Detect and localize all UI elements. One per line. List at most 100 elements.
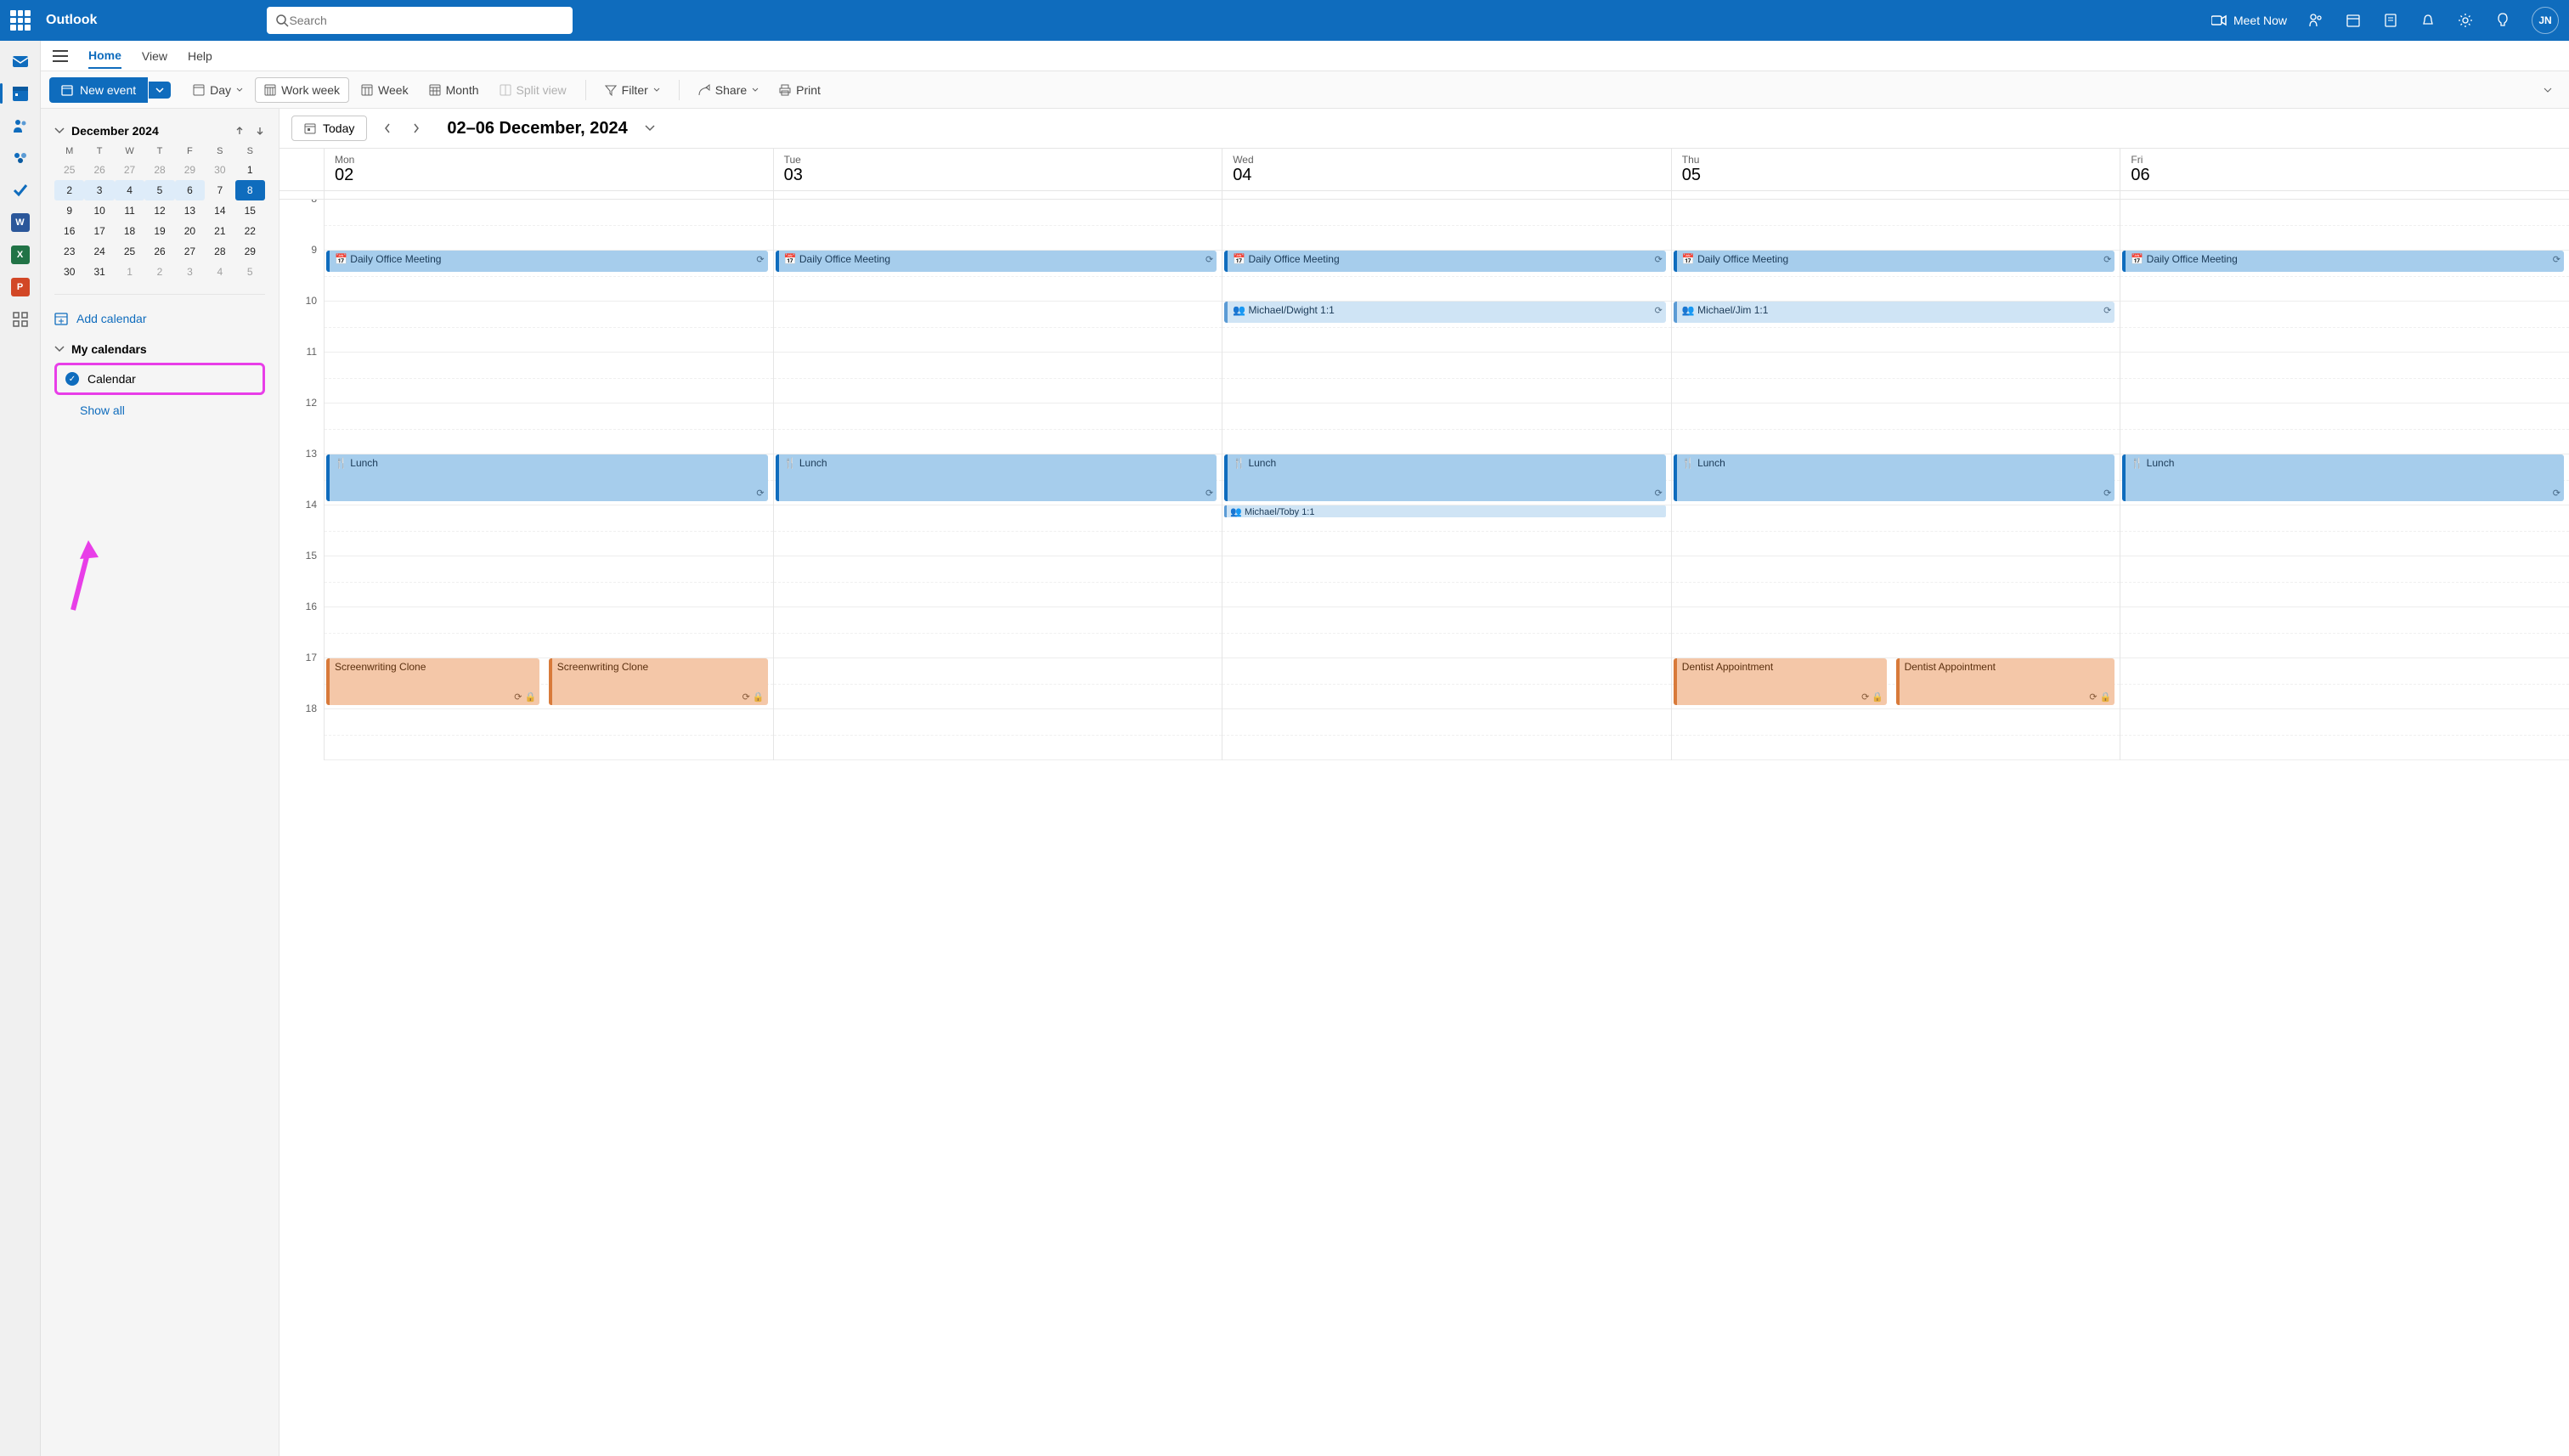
mini-cal-day[interactable]: 28 (205, 241, 234, 262)
rail-more-apps[interactable] (7, 306, 34, 333)
range-dropdown-icon[interactable] (640, 121, 660, 135)
month-view-button[interactable]: Month (421, 78, 488, 102)
tab-help[interactable]: Help (188, 44, 212, 68)
rail-word[interactable]: W (7, 209, 34, 236)
calendar-event[interactable]: 🍴 Lunch⟳ (1674, 454, 2115, 501)
mini-cal-day[interactable]: 29 (235, 241, 265, 262)
day-header[interactable]: Wed04 (1222, 149, 1671, 190)
mini-cal-day[interactable]: 15 (235, 200, 265, 221)
calendar-event[interactable]: 🍴 Lunch⟳ (326, 454, 768, 501)
lightbulb-icon[interactable] (2494, 12, 2511, 29)
mini-cal-day[interactable]: 27 (115, 160, 144, 180)
day-header[interactable]: Thu05 (1671, 149, 2120, 190)
user-avatar[interactable]: JN (2532, 7, 2559, 34)
mini-cal-day[interactable]: 26 (84, 160, 114, 180)
mini-cal-day[interactable]: 14 (205, 200, 234, 221)
mini-cal-day[interactable]: 5 (144, 180, 174, 200)
search-input[interactable] (289, 14, 564, 27)
mini-cal-day[interactable]: 24 (84, 241, 114, 262)
next-week-button[interactable] (408, 120, 425, 137)
calendar-event[interactable]: 🍴 Lunch⟳ (1224, 454, 1666, 501)
mini-cal-day[interactable]: 3 (84, 180, 114, 200)
gear-icon[interactable] (2457, 12, 2474, 29)
bell-icon[interactable] (2419, 12, 2436, 29)
mini-cal-day[interactable]: 31 (84, 262, 114, 282)
mini-cal-day[interactable]: 13 (175, 200, 205, 221)
mini-cal-day[interactable]: 12 (144, 200, 174, 221)
mini-cal-day[interactable]: 9 (54, 200, 84, 221)
add-calendar-button[interactable]: Add calendar (54, 307, 265, 330)
calendar-event[interactable]: 📅 Daily Office Meeting⟳ (1224, 251, 1666, 272)
rail-calendar[interactable] (7, 80, 34, 107)
calendar-list-item[interactable]: ✓ Calendar (54, 363, 265, 395)
rail-people[interactable] (7, 112, 34, 139)
calendar-check-icon[interactable]: ✓ (65, 372, 79, 386)
calendar-event[interactable]: 📅 Daily Office Meeting⟳ (776, 251, 1217, 272)
next-month-icon[interactable] (255, 126, 265, 136)
calendar-event[interactable]: Dentist Appointment⟳ 🔒 (1674, 658, 1887, 705)
mini-cal-day[interactable]: 2 (144, 262, 174, 282)
print-button[interactable]: Print (771, 78, 829, 102)
work-week-button[interactable]: Work week (255, 77, 349, 103)
mini-cal-day[interactable]: 22 (235, 221, 265, 241)
calendar-event[interactable]: 🍴 Lunch⟳ (2122, 454, 2564, 501)
mini-cal-day[interactable]: 2 (54, 180, 84, 200)
mini-cal-day[interactable]: 23 (54, 241, 84, 262)
mini-cal-day[interactable]: 19 (144, 221, 174, 241)
filter-button[interactable]: Filter (596, 78, 669, 102)
calendar-event[interactable]: 🍴 Lunch⟳ (776, 454, 1217, 501)
mini-cal-day[interactable]: 25 (115, 241, 144, 262)
day-header[interactable]: Tue03 (773, 149, 1222, 190)
teams-icon[interactable] (2307, 12, 2324, 29)
today-button[interactable]: Today (291, 116, 367, 141)
mini-cal-day[interactable]: 11 (115, 200, 144, 221)
my-calendars-header[interactable]: My calendars (54, 342, 265, 356)
nav-toggle-icon[interactable] (53, 50, 68, 62)
rail-mail[interactable] (7, 48, 34, 75)
calendar-event[interactable]: Dentist Appointment⟳ 🔒 (1896, 658, 2115, 705)
toolbar-overflow[interactable] (2535, 82, 2561, 98)
prev-week-button[interactable] (379, 120, 396, 137)
note-icon[interactable] (2382, 12, 2399, 29)
mini-cal-day[interactable]: 10 (84, 200, 114, 221)
mini-cal-day[interactable]: 26 (144, 241, 174, 262)
prev-month-icon[interactable] (234, 126, 245, 136)
search-box[interactable] (267, 7, 573, 34)
new-event-dropdown[interactable] (149, 82, 171, 99)
share-button[interactable]: Share (690, 78, 767, 102)
calendar-grid[interactable]: 89101112131415161718 📅 Daily Office Meet… (279, 200, 2569, 1456)
mini-cal-day[interactable]: 18 (115, 221, 144, 241)
rail-groups[interactable] (7, 144, 34, 172)
calendar-day-icon[interactable] (2345, 12, 2362, 29)
calendar-event[interactable]: Screenwriting Clone⟳ 🔒 (326, 658, 539, 705)
mini-cal-day[interactable]: 17 (84, 221, 114, 241)
mini-cal-day[interactable]: 5 (235, 262, 265, 282)
mini-cal-day[interactable]: 30 (54, 262, 84, 282)
day-column[interactable]: 📅 Daily Office Meeting⟳ 🍴 Lunch⟳ (2120, 200, 2569, 760)
day-header[interactable]: Fri06 (2120, 149, 2569, 190)
show-all-link[interactable]: Show all (54, 395, 265, 417)
mini-cal-day[interactable]: 1 (115, 262, 144, 282)
mini-cal-day[interactable]: 28 (144, 160, 174, 180)
day-column[interactable]: 📅 Daily Office Meeting⟳ 🍴 Lunch⟳ (773, 200, 1222, 760)
mini-cal-day[interactable]: 25 (54, 160, 84, 180)
mini-cal-day[interactable]: 1 (235, 160, 265, 180)
mini-cal-day[interactable]: 21 (205, 221, 234, 241)
day-column[interactable]: 📅 Daily Office Meeting⟳👥 Michael/Jim 1:1… (1671, 200, 2120, 760)
calendar-event[interactable]: 👥 Michael/Dwight 1:1⟳ (1224, 302, 1666, 323)
calendar-event[interactable]: Screenwriting Clone⟳ 🔒 (549, 658, 768, 705)
tab-home[interactable]: Home (88, 43, 121, 69)
day-column[interactable]: 📅 Daily Office Meeting⟳ 🍴 Lunch⟳ Screenwri… (324, 200, 773, 760)
calendar-event[interactable]: 👥 Michael/Toby 1:1 (1224, 505, 1666, 517)
month-collapse-icon[interactable] (54, 127, 65, 134)
meet-now-button[interactable]: Meet Now (2211, 14, 2287, 27)
calendar-event[interactable]: 📅 Daily Office Meeting⟳ (326, 251, 768, 272)
mini-cal-day[interactable]: 7 (205, 180, 234, 200)
new-event-button[interactable]: New event (49, 77, 148, 103)
mini-cal-day[interactable]: 30 (205, 160, 234, 180)
rail-excel[interactable]: X (7, 241, 34, 268)
day-column[interactable]: 📅 Daily Office Meeting⟳ 👥 Michael/Dwight … (1222, 200, 1671, 760)
week-view-button[interactable]: Week (353, 78, 417, 102)
day-header[interactable]: Mon02 (324, 149, 773, 190)
calendar-event[interactable]: 📅 Daily Office Meeting⟳ (2122, 251, 2564, 272)
